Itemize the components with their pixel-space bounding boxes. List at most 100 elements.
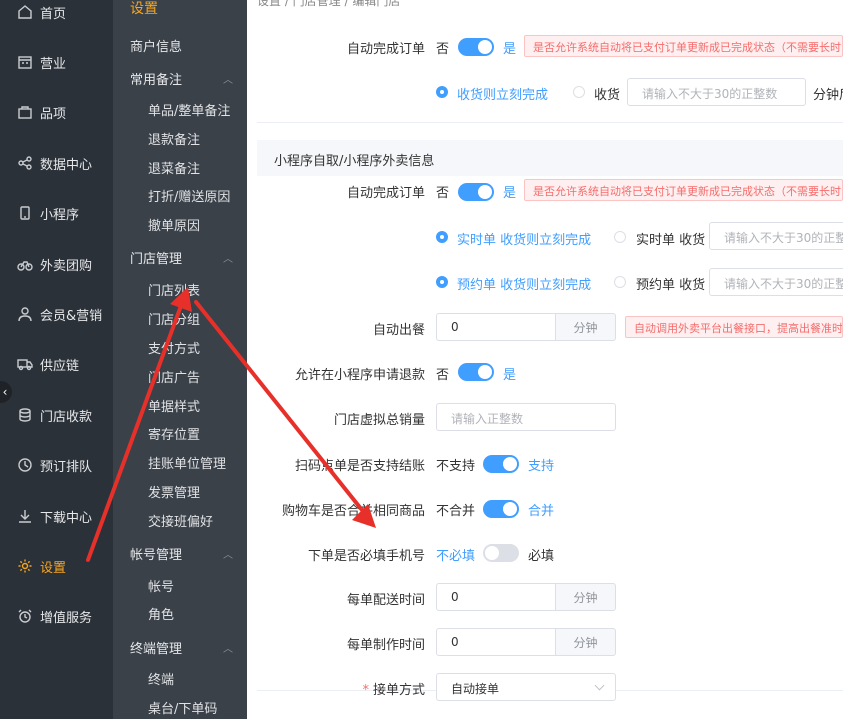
realtime-immediate-label: 实时单 收货则立刻完成: [457, 233, 592, 248]
submenu-item-invoice-management[interactable]: 发票管理: [113, 477, 247, 505]
edit-store-form: 设置 / 门店管理 / 编辑门店 自动完成订单 否 是 是否允许系统自动将已支付…: [247, 0, 843, 719]
calendar-icon: [16, 53, 34, 71]
submenu-group-terminals[interactable]: 终端管理 ︿: [113, 633, 247, 661]
submenu-item-accounts[interactable]: 帐号: [113, 571, 247, 599]
truck-icon: [16, 355, 34, 373]
mp-auto-complete-no: 否: [436, 186, 450, 201]
merge-cart-label: 购物车是否合并相同商品: [281, 504, 425, 519]
submenu-item-credit-units[interactable]: 挂账单位管理: [113, 448, 247, 476]
refund-label: 允许在小程序申请退款: [294, 368, 425, 383]
submenu-group-store-management[interactable]: 门店管理 ︿: [113, 243, 247, 271]
auto-out-label: 自动出餐: [372, 323, 425, 338]
submenu-item-item-remark[interactable]: 单品/整单备注: [113, 95, 247, 123]
merge-cart-switch[interactable]: [483, 500, 519, 518]
receive-immediate-label: 收货则立刻完成: [457, 88, 549, 103]
make-time-unit: 分钟: [556, 628, 616, 656]
phone-required-no: 不必填: [436, 549, 476, 564]
share-icon: [16, 154, 34, 172]
home-icon: [16, 3, 34, 21]
submenu-item-store-ads[interactable]: 门店广告: [113, 362, 247, 390]
nav-item-takeaway[interactable]: 外卖团购: [0, 244, 113, 284]
nav-item-value-added[interactable]: 增值服务: [0, 596, 113, 636]
scan-pay-no: 不支持: [436, 459, 476, 474]
receive-minutes-input[interactable]: 请输入不大于30的正整数: [627, 78, 806, 106]
nav-item-download-center[interactable]: 下载中心: [0, 496, 113, 536]
mp-auto-complete-switch[interactable]: [458, 183, 494, 201]
user-icon: [16, 305, 34, 323]
submenu-item-terminals[interactable]: 终端: [113, 664, 247, 692]
reserve-minutes-input[interactable]: 请输入不大于30的正整数: [709, 268, 843, 296]
mp-auto-complete-warning: 是否允许系统自动将已支付订单更新成已完成状态（不需要长时间: [524, 179, 843, 201]
virtual-sales-label: 门店虚拟总销量: [333, 413, 425, 428]
realtime-delay-label: 实时单 收货: [636, 233, 706, 248]
nav-item-data-center[interactable]: 数据中心: [0, 143, 113, 183]
auto-complete-yes: 是: [503, 42, 517, 57]
divider: [257, 122, 843, 123]
merge-cart-no: 不合并: [436, 504, 476, 519]
reserve-immediate-radio[interactable]: [436, 276, 448, 288]
auto-complete-label: 自动完成订单: [346, 42, 425, 57]
auto-out-input[interactable]: 0: [436, 313, 556, 341]
nav-item-settings[interactable]: 设置: [0, 546, 113, 586]
submenu-item-discount-reason[interactable]: 打折/赠送原因: [113, 181, 247, 209]
virtual-sales-input[interactable]: 请输入正整数: [436, 403, 616, 431]
auto-complete-warning: 是否允许系统自动将已支付订单更新成已完成状态（不需要长时间: [524, 35, 843, 57]
nav-item-supply-chain[interactable]: 供应链: [0, 344, 113, 384]
nav-item-store-payments[interactable]: 门店收款: [0, 395, 113, 435]
realtime-immediate-radio[interactable]: [436, 231, 448, 243]
delivery-time-label: 每单配送时间: [346, 593, 425, 608]
nav-item-reservations[interactable]: 预订排队: [0, 445, 113, 485]
phone-required-switch[interactable]: [483, 544, 519, 562]
realtime-delay-radio[interactable]: [614, 231, 626, 243]
reserve-delay-radio[interactable]: [614, 276, 626, 288]
breadcrumb: 设置 / 门店管理 / 编辑门店: [257, 0, 401, 8]
submenu-item-shift-preferences[interactable]: 交接班偏好: [113, 506, 247, 534]
coins-icon: [16, 406, 34, 424]
clock-icon: [16, 456, 34, 474]
receive-delay-radio[interactable]: [573, 86, 585, 98]
submenu-item-table-order-codes[interactable]: 桌台/下单码: [113, 693, 247, 719]
submenu-item-store-list[interactable]: 门店列表: [113, 275, 247, 303]
nav-item-business[interactable]: 营业: [0, 42, 113, 82]
submenu-item-return-dish-remark[interactable]: 退菜备注: [113, 153, 247, 181]
submenu-item-payment-methods[interactable]: 支付方式: [113, 333, 247, 361]
nav-item-members[interactable]: 会员&营销: [0, 294, 113, 334]
alarm-icon: [16, 607, 34, 625]
nav-item-home[interactable]: 首页: [0, 0, 113, 32]
submenu-item-receipt-style[interactable]: 单据样式: [113, 391, 247, 419]
delivery-time-input[interactable]: 0: [436, 583, 556, 611]
auto-out-warning: 自动调用外卖平台出餐接口，提高出餐准时率: [625, 316, 843, 338]
submenu-item-roles[interactable]: 角色: [113, 599, 247, 627]
submenu-item-store-groups[interactable]: 门店分组: [113, 304, 247, 332]
submenu-group-accounts[interactable]: 帐号管理 ︿: [113, 539, 247, 567]
realtime-minutes-input[interactable]: 请输入不大于30的正整数: [709, 222, 843, 250]
nav-item-mini-program[interactable]: 小程序: [0, 193, 113, 233]
refund-no: 否: [436, 368, 450, 383]
nav-item-products[interactable]: 品项: [0, 92, 113, 132]
refund-yes: 是: [503, 368, 517, 383]
make-time-label: 每单制作时间: [346, 638, 425, 653]
scan-pay-switch[interactable]: [483, 455, 519, 473]
submenu-item-cancel-reason[interactable]: 撤单原因: [113, 210, 247, 238]
gear-icon: [16, 557, 34, 575]
chevron-down-icon: [594, 680, 605, 691]
refund-switch[interactable]: [458, 363, 494, 381]
auto-complete-switch[interactable]: [458, 38, 494, 56]
scan-pay-yes: 支持: [528, 459, 555, 474]
merge-cart-yes: 合并: [528, 504, 555, 519]
receive-immediate-radio[interactable]: [436, 86, 448, 98]
submenu-merchant-info[interactable]: 商户信息: [113, 31, 247, 59]
submenu-item-storage-location[interactable]: 寄存位置: [113, 419, 247, 447]
submenu-title: 设置: [130, 1, 158, 17]
auto-out-unit: 分钟: [556, 313, 616, 341]
submenu-item-refund-remark[interactable]: 退款备注: [113, 124, 247, 152]
make-time-input[interactable]: 0: [436, 628, 556, 656]
accept-mode-select[interactable]: 自动接单: [436, 673, 616, 701]
submenu-group-remarks[interactable]: 常用备注 ︿: [113, 64, 247, 92]
chevron-up-icon: ︿: [223, 643, 233, 655]
receive-minutes-suffix: 分钟后: [813, 88, 843, 103]
phone-required-yes: 必填: [528, 549, 555, 564]
scan-pay-label: 扫码点单是否支持结账: [294, 459, 425, 474]
chevron-up-icon: ︿: [223, 74, 233, 86]
chevron-up-icon: ︿: [223, 253, 233, 265]
